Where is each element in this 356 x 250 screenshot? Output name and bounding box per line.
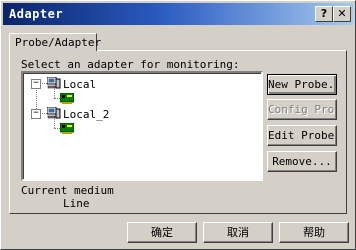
tree-connector: [54, 119, 55, 128]
current-medium-label: Current medium: [21, 184, 114, 197]
tree-node-local[interactable]: Local: [63, 78, 96, 91]
remove-button[interactable]: Remove...: [267, 151, 337, 172]
cancel-button[interactable]: 取消: [203, 222, 273, 243]
tree-node-local-2[interactable]: Local_2: [63, 108, 109, 121]
network-card-icon[interactable]: [60, 93, 74, 104]
expand-toggle-local[interactable]: −: [31, 79, 41, 89]
edit-probe-button[interactable]: Edit Probe...: [267, 125, 337, 146]
tab-label: Probe/Adapter: [15, 36, 102, 49]
computer-icon: [47, 107, 61, 119]
config-probe-button[interactable]: Config Probe...: [267, 99, 337, 120]
adapter-dialog: Adapter ? ✕ Probe/Adapter Select an adap…: [0, 0, 356, 250]
ok-button[interactable]: 确定: [127, 222, 197, 243]
help-title-button[interactable]: ?: [315, 6, 333, 22]
select-adapter-label: Select an adapter for monitoring:: [21, 58, 240, 71]
tab-probe-adapter[interactable]: Probe/Adapter: [9, 33, 101, 51]
tree-connector: [54, 89, 55, 98]
new-probe-button[interactable]: New Probe...: [267, 74, 337, 95]
computer-icon: [47, 77, 61, 89]
close-button[interactable]: ✕: [333, 6, 351, 22]
help-button[interactable]: 帮助: [279, 222, 349, 243]
network-card-icon[interactable]: [60, 123, 74, 134]
window-title: Adapter: [9, 7, 64, 21]
expand-toggle-local-2[interactable]: −: [31, 109, 41, 119]
adapter-tree[interactable]: − Local − Local_2: [21, 71, 263, 181]
title-bar[interactable]: Adapter ? ✕: [3, 3, 353, 25]
current-medium-value: Line: [63, 197, 90, 210]
